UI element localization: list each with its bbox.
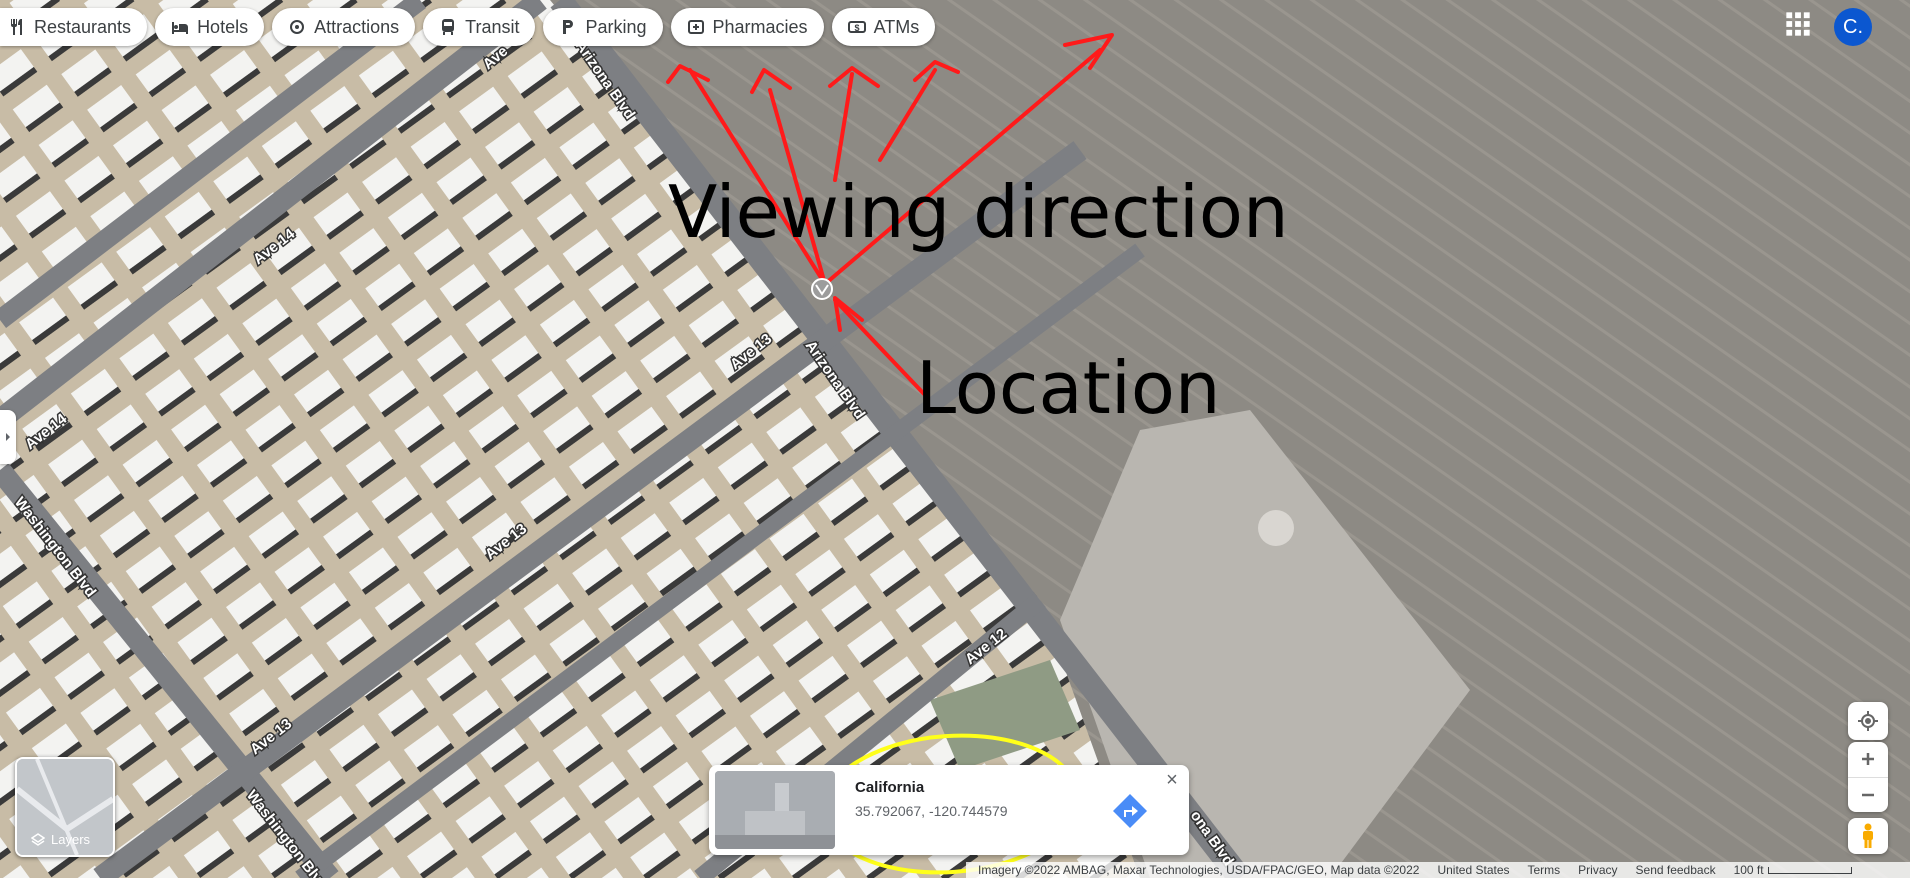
privacy-link[interactable]: Privacy bbox=[1578, 863, 1617, 877]
chip-parking[interactable]: Parking bbox=[543, 8, 663, 46]
map-footer: Imagery ©2022 AMBAG, Maxar Technologies,… bbox=[966, 862, 1910, 878]
chip-pharmacies[interactable]: Pharmacies bbox=[670, 8, 824, 46]
close-card-button[interactable]: × bbox=[1159, 767, 1185, 793]
layers-label: Layers bbox=[51, 832, 91, 847]
send-feedback-link[interactable]: Send feedback bbox=[1636, 863, 1716, 877]
chevron-right-icon bbox=[6, 433, 10, 441]
minus-icon bbox=[1862, 793, 1874, 796]
my-location-icon bbox=[1858, 711, 1878, 731]
chip-label: Parking bbox=[585, 16, 647, 37]
terms-link[interactable]: Terms bbox=[1528, 863, 1561, 877]
pegman-icon bbox=[1863, 823, 1873, 848]
pharmacy-icon bbox=[687, 20, 704, 34]
chip-label: ATMs bbox=[873, 16, 920, 37]
zoom-out-button[interactable] bbox=[1848, 778, 1888, 813]
scale-label: 100 ft bbox=[1733, 863, 1764, 877]
svg-text:$: $ bbox=[854, 23, 859, 33]
place-title: California bbox=[855, 779, 925, 796]
chip-label: Attractions bbox=[314, 16, 400, 37]
country-link[interactable]: United States bbox=[1437, 863, 1509, 877]
chip-label: Transit bbox=[465, 16, 520, 37]
chip-atms[interactable]: $ ATMs bbox=[831, 8, 936, 46]
transit-icon bbox=[442, 19, 455, 35]
layers-icon bbox=[31, 832, 45, 846]
directions-button[interactable] bbox=[1112, 793, 1148, 829]
chip-hotels[interactable]: Hotels bbox=[155, 8, 265, 46]
scale-bar bbox=[1767, 867, 1852, 875]
atm-icon: $ bbox=[847, 21, 866, 33]
chip-label: Hotels bbox=[197, 16, 249, 37]
layers-button[interactable]: Layers bbox=[15, 757, 115, 857]
street-view-thumbnail[interactable] bbox=[715, 771, 835, 849]
zoom-controls bbox=[1848, 742, 1888, 812]
thumbnail-image bbox=[715, 771, 835, 849]
category-chips: Restaurants Hotels Attractions Transit P… bbox=[0, 8, 936, 46]
imagery-attribution: Imagery ©2022 AMBAG, Maxar Technologies,… bbox=[978, 863, 1420, 877]
plus-icon bbox=[1862, 753, 1874, 766]
scale-indicator[interactable]: 100 ft bbox=[1734, 863, 1852, 877]
chip-label: Pharmacies bbox=[712, 16, 808, 37]
place-card[interactable]: California 35.792067, -120.744579 × bbox=[709, 765, 1189, 855]
chip-restaurants[interactable]: Restaurants bbox=[0, 8, 148, 46]
location-pin[interactable] bbox=[811, 278, 833, 300]
expand-side-panel-button[interactable] bbox=[0, 410, 16, 464]
attractions-icon bbox=[290, 20, 305, 34]
place-coordinates[interactable]: 35.792067, -120.744579 bbox=[855, 803, 1008, 819]
account-avatar[interactable]: C. bbox=[1834, 8, 1872, 46]
location-label: Location bbox=[916, 346, 1221, 430]
close-icon: × bbox=[1166, 768, 1178, 791]
my-location-button[interactable] bbox=[1848, 702, 1888, 740]
viewing-direction-label: Viewing direction bbox=[668, 170, 1289, 254]
zoom-in-button[interactable] bbox=[1848, 742, 1888, 778]
chip-label: Restaurants bbox=[34, 16, 132, 37]
apps-grid-icon[interactable] bbox=[1784, 10, 1812, 38]
satellite-map[interactable]: Ave Arizona Blvd Ave 14 Ave 14 Ave 13 Ar… bbox=[0, 0, 1910, 878]
parking-icon bbox=[563, 20, 574, 34]
street-view-button[interactable] bbox=[1848, 818, 1888, 854]
restaurant-icon bbox=[11, 19, 22, 35]
hotel-icon bbox=[172, 22, 189, 34]
chip-attractions[interactable]: Attractions bbox=[272, 8, 416, 46]
avatar-initial: C. bbox=[1843, 15, 1863, 38]
chip-transit[interactable]: Transit bbox=[423, 8, 536, 46]
